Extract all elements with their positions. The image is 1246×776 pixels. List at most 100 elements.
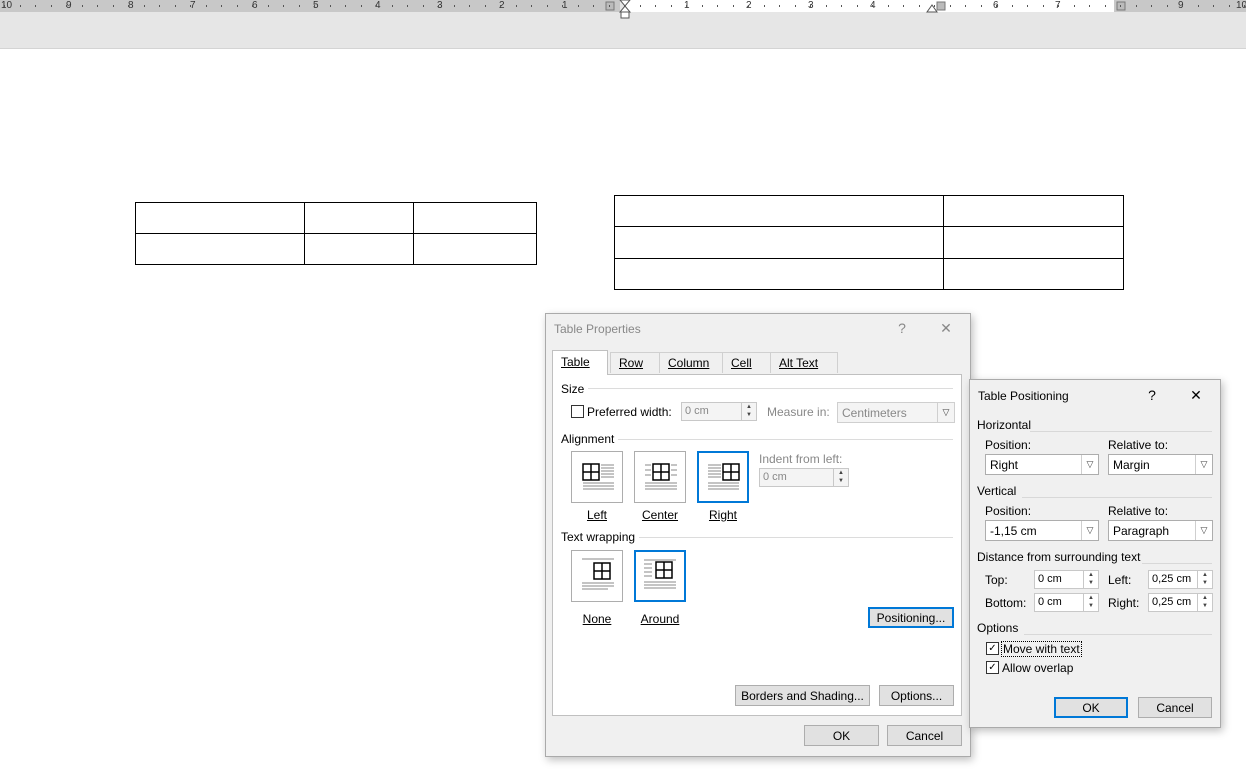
left-input[interactable]: 0,25 cm ▲ ▼	[1148, 570, 1213, 589]
spin-arrows[interactable]: ▲ ▼	[1197, 571, 1212, 588]
help-button[interactable]: ?	[892, 318, 912, 338]
table-cell[interactable]	[135, 233, 305, 265]
table-cell[interactable]	[304, 233, 414, 265]
ruler-tick	[4, 5, 5, 7]
spin-up-icon: ▲	[1088, 595, 1094, 601]
table-cell[interactable]	[614, 194, 944, 228]
dialog-title: Table Positioning	[978, 389, 1069, 403]
table-cell[interactable]	[413, 202, 537, 234]
table-column-marker-icon[interactable]	[936, 1, 946, 11]
h-position-select[interactable]: Right ▽	[985, 454, 1099, 475]
ruler-tick	[361, 5, 362, 7]
table-cell[interactable]	[943, 257, 1124, 291]
ruler-tick	[221, 5, 222, 7]
horizontal-ruler[interactable]: 10 9 8 7 6 5 4 3 2 1 1 2 3 4 6 7 9 10	[0, 0, 1246, 19]
help-button[interactable]: ?	[1142, 385, 1162, 405]
ruler-tick	[113, 5, 114, 7]
align-right-icon	[708, 463, 740, 490]
ruler-tick	[330, 5, 331, 7]
move-with-text-checkbox[interactable]: ✓	[986, 642, 999, 655]
ruler-tick	[624, 5, 625, 7]
close-button[interactable]: ✕	[1186, 385, 1206, 405]
v-relative-select[interactable]: Paragraph ▽	[1108, 520, 1213, 541]
document-table-left[interactable]	[135, 202, 537, 265]
ok-button[interactable]: OK	[804, 725, 879, 746]
wrap-none-option[interactable]	[571, 550, 623, 602]
align-left-option[interactable]	[571, 451, 623, 503]
table-cell[interactable]	[304, 202, 414, 234]
input-value: 0 cm	[685, 405, 709, 417]
positioning-button[interactable]: Positioning...	[868, 607, 954, 628]
ruler-tick	[407, 5, 408, 7]
ruler-tick	[237, 5, 238, 7]
option-label: Center	[641, 508, 679, 522]
ruler-tick	[423, 5, 424, 7]
table-cell[interactable]	[413, 233, 537, 265]
ruler-tick	[206, 5, 207, 7]
ruler-tick	[1105, 5, 1106, 7]
table-cell[interactable]	[614, 226, 944, 259]
spin-arrows[interactable]: ▲ ▼	[1197, 594, 1212, 611]
bottom-input[interactable]: 0 cm ▲ ▼	[1034, 593, 1099, 612]
tab-row[interactable]: Row	[610, 352, 662, 373]
v-position-select[interactable]: -1,15 cm ▽	[985, 520, 1099, 541]
align-right-option[interactable]	[697, 451, 749, 503]
ruler-tick	[159, 5, 160, 7]
spin-down-icon: ▼	[1202, 603, 1208, 609]
ruler-tick	[97, 5, 98, 7]
spin-down-icon: ▼	[1088, 580, 1094, 586]
preferred-width-checkbox[interactable]	[571, 405, 584, 418]
ruler-tick	[252, 5, 253, 7]
indent-from-left-input[interactable]: 0 cm ▲ ▼	[759, 468, 849, 487]
tab-alt-text[interactable]: Alt Text	[770, 352, 838, 373]
tab-cell[interactable]: Cell	[722, 352, 774, 373]
options-button[interactable]: Options...	[879, 685, 954, 706]
spin-down-icon: ▼	[1088, 603, 1094, 609]
spin-arrows[interactable]: ▲ ▼	[833, 469, 848, 486]
spin-arrows[interactable]: ▲ ▼	[1083, 571, 1098, 588]
tab-column[interactable]: Column	[659, 352, 727, 373]
ruler-tick	[872, 5, 873, 7]
preferred-width-input[interactable]: 0 cm ▲ ▼	[681, 402, 757, 421]
top-input[interactable]: 0 cm ▲ ▼	[1034, 570, 1099, 589]
table-cell[interactable]	[943, 194, 1124, 228]
spin-up-icon: ▲	[838, 470, 844, 476]
ruler-tick	[500, 5, 501, 7]
align-center-option[interactable]	[634, 451, 686, 503]
ruler-tick	[1229, 5, 1230, 7]
divider	[1024, 634, 1212, 635]
close-button[interactable]: ✕	[936, 318, 956, 338]
h-relative-select[interactable]: Margin ▽	[1108, 454, 1213, 475]
spin-arrows[interactable]: ▲ ▼	[1083, 594, 1098, 611]
spin-arrows[interactable]: ▲ ▼	[741, 403, 756, 420]
divider	[561, 439, 953, 440]
align-center-icon	[645, 463, 677, 490]
ruler-margin-left	[0, 0, 620, 12]
ruler-area: 10 9 8 7 6 5 4 3 2 1 1 2 3 4 6 7 9 10	[0, 0, 1246, 49]
tab-panel-table: Size Preferred width: 0 cm ▲ ▼ Measure in…	[552, 374, 962, 716]
distance-label: Distance from surrounding text	[977, 550, 1141, 564]
borders-and-shading-button[interactable]: Borders and Shading...	[735, 685, 870, 706]
document-table-right[interactable]	[614, 194, 1124, 291]
table-cell[interactable]	[943, 226, 1124, 259]
divider	[1030, 431, 1212, 432]
horizontal-label: Horizontal	[977, 418, 1032, 432]
ruler-tick	[547, 5, 548, 7]
ruler-tick	[702, 5, 703, 7]
cancel-button[interactable]: Cancel	[887, 725, 962, 746]
cancel-button[interactable]: Cancel	[1138, 697, 1212, 718]
right-input[interactable]: 0,25 cm ▲ ▼	[1148, 593, 1213, 612]
ok-button[interactable]: OK	[1054, 697, 1128, 718]
allow-overlap-checkbox[interactable]: ✓	[986, 661, 999, 674]
tab-table[interactable]: Table	[552, 350, 608, 375]
ruler-tick	[764, 5, 765, 7]
table-column-marker-icon[interactable]	[605, 1, 615, 11]
indent-marker-icon[interactable]	[617, 0, 633, 20]
measure-in-select[interactable]: Centimeters ▽	[837, 402, 955, 423]
ruler-number: 10	[1, 0, 13, 11]
wrap-around-option[interactable]	[634, 550, 686, 602]
table-cell[interactable]	[135, 202, 305, 234]
table-column-marker-icon[interactable]	[1116, 1, 1126, 11]
vertical-label: Vertical	[977, 484, 1017, 498]
table-cell[interactable]	[614, 257, 944, 291]
